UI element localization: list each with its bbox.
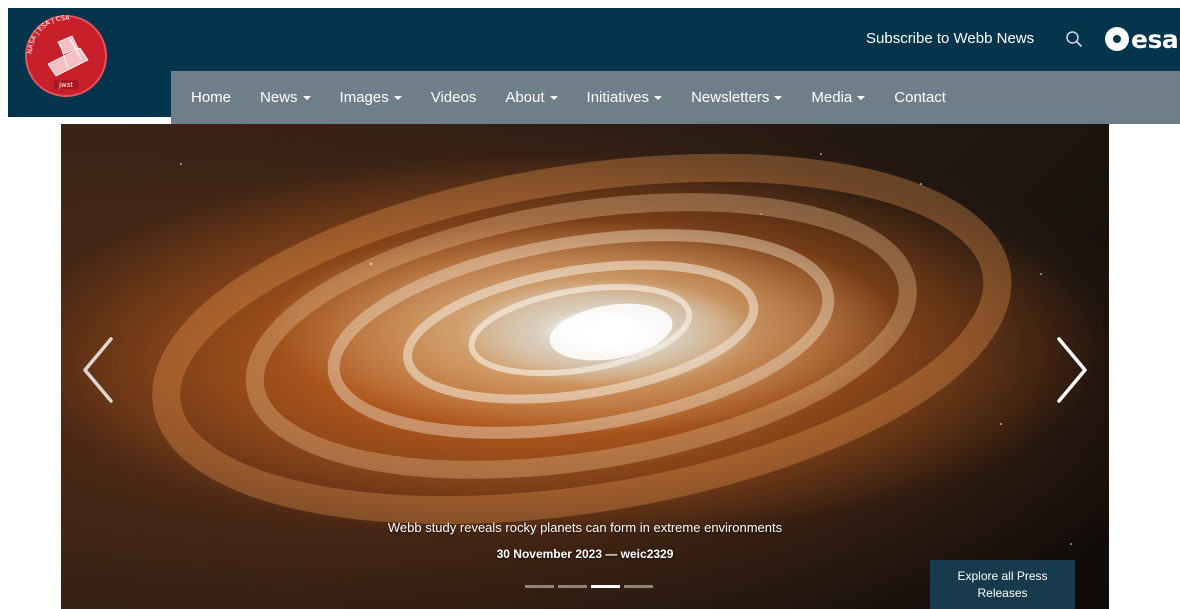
nav-item-images[interactable]: Images	[340, 89, 402, 106]
main-navigation: Home News Images Videos About Initiatives News…	[171, 71, 1180, 124]
nav-item-label: Initiatives	[586, 89, 650, 106]
explore-press-releases-button[interactable]: Explore all Press Releases	[930, 560, 1075, 609]
logo-badge-text: jwst	[58, 81, 73, 89]
caret-down-icon	[393, 95, 402, 100]
nav-item-label: News	[260, 89, 298, 106]
nav-item-label: About	[505, 89, 545, 106]
nav-item-home[interactable]: Home	[191, 89, 231, 106]
search-icon[interactable]	[1065, 30, 1083, 48]
carousel-indicator-3[interactable]	[591, 585, 620, 588]
carousel-indicators	[525, 585, 657, 588]
hero-carousel: Webb study reveals rocky planets can for…	[61, 124, 1109, 609]
nav-item-news[interactable]: News	[260, 89, 311, 106]
carousel-indicator-4[interactable]	[624, 585, 653, 588]
esa-logo-text: esa	[1131, 24, 1179, 54]
nav-item-label: Videos	[430, 89, 477, 106]
carousel-indicator-1[interactable]	[525, 585, 554, 588]
caret-down-icon	[654, 95, 663, 100]
nav-item-label: Media	[811, 89, 853, 106]
caret-down-icon	[774, 95, 783, 100]
slide-date: 30 November 2023 — weic2329	[496, 547, 674, 561]
chevron-left-icon[interactable]	[79, 335, 119, 405]
nav-item-videos[interactable]: Videos	[431, 89, 477, 106]
subscribe-link[interactable]: Subscribe to Webb News	[866, 30, 1034, 47]
nav-item-label: Newsletters	[691, 89, 770, 106]
slide-title[interactable]: Webb study reveals rocky planets can for…	[61, 520, 1109, 535]
nav-item-label: Home	[191, 89, 232, 106]
nav-item-label: Images	[339, 89, 389, 106]
jwst-logo[interactable]: NASA | ESA | CSA jwst	[22, 8, 110, 104]
nav-item-initiatives[interactable]: Initiatives	[587, 89, 663, 106]
caret-down-icon	[857, 95, 866, 100]
chevron-right-icon[interactable]	[1051, 335, 1091, 405]
hero-image	[152, 153, 1072, 545]
nav-item-label: Contact	[894, 89, 946, 106]
nav-item-newsletters[interactable]: Newsletters	[691, 89, 783, 106]
nav-item-contact[interactable]: Contact	[894, 89, 946, 106]
carousel-indicator-2[interactable]	[558, 585, 587, 588]
esa-logo-mark-icon	[1105, 27, 1129, 51]
site-header: NASA | ESA | CSA jwst Subscribe to Webb …	[8, 8, 1180, 124]
nav-list: Home News Images Videos About Initiatives News…	[191, 71, 975, 124]
caret-down-icon	[302, 95, 311, 100]
caret-down-icon	[549, 95, 558, 100]
nav-item-about[interactable]: About	[505, 89, 558, 106]
nav-item-media[interactable]: Media	[811, 89, 866, 106]
esa-logo[interactable]: esa	[1105, 24, 1179, 54]
